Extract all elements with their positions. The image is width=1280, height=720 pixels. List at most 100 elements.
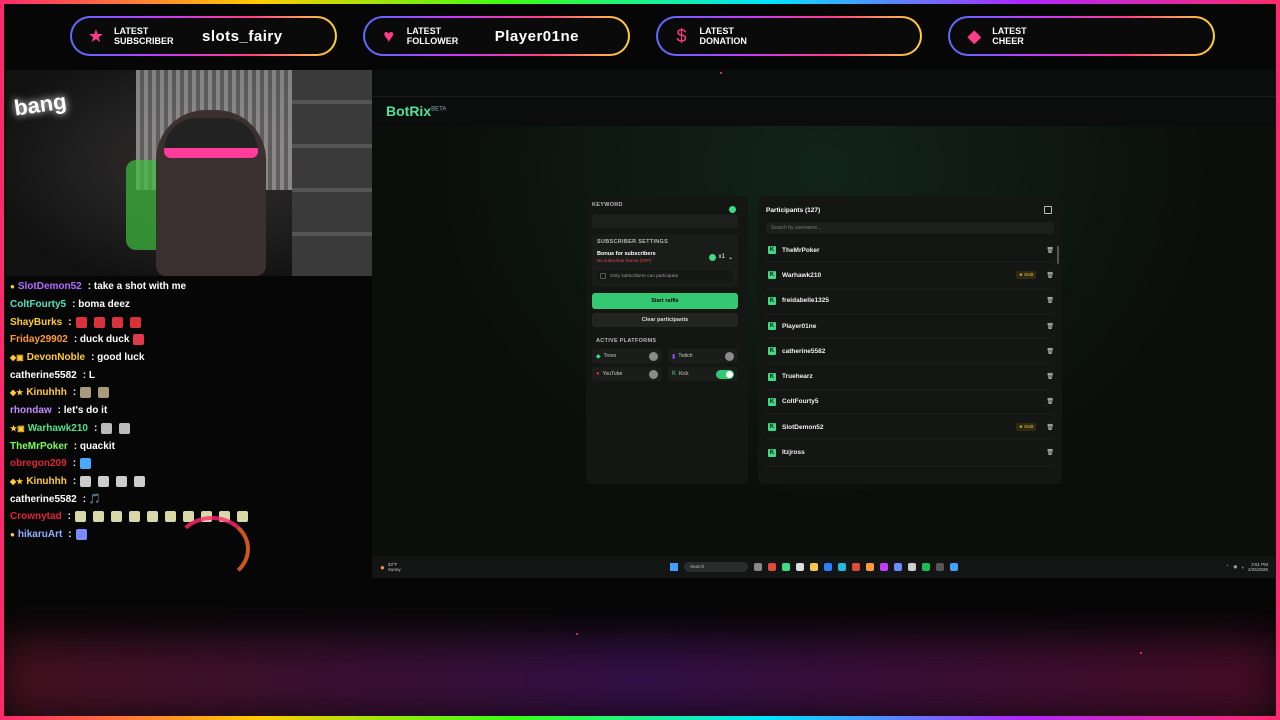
platform-toggle[interactable]	[649, 369, 658, 379]
chat-username[interactable]: obregon209	[10, 458, 67, 469]
emote-icon	[134, 475, 146, 487]
chat-badge-icon: ●	[10, 529, 15, 539]
obs-icon[interactable]	[852, 563, 860, 571]
chat-username[interactable]: SlotDemon52	[18, 281, 82, 292]
chat-username[interactable]: rhondaw	[10, 405, 52, 416]
chat-text: :	[68, 528, 72, 540]
trash-icon[interactable]: 🗑	[1046, 398, 1054, 405]
spotify-icon[interactable]	[922, 563, 930, 571]
app-grey-icon[interactable]	[936, 563, 944, 571]
chat-username[interactable]: Crownytad	[10, 511, 62, 522]
platform-toggle[interactable]	[716, 369, 734, 379]
chat-badge-icon: ★▣	[10, 423, 25, 433]
platforms-grid: ◆ Trovo ▮ Twitch ● YouTube K Kick	[592, 349, 738, 381]
chat-badge-icon: ◆★	[10, 388, 24, 398]
volume-icon[interactable]: ◖	[1241, 565, 1244, 570]
chat-text: : 🎵	[82, 493, 102, 505]
trash-icon[interactable]: 🗑	[1046, 323, 1054, 330]
participant-name: Warhawk210	[782, 271, 822, 279]
platform-toggle[interactable]	[649, 351, 658, 361]
windows-start-icon[interactable]	[670, 563, 678, 571]
trash-icon[interactable]: 🗑	[1046, 424, 1054, 431]
clear-participants-button[interactable]: Clear participants	[592, 313, 738, 327]
participant-search-input[interactable]: Search by username...	[766, 222, 1054, 234]
trash-icon[interactable]: 🗑	[1046, 297, 1054, 304]
twitch-icon: ▮	[672, 353, 676, 360]
heart-icon: ♥	[383, 25, 395, 46]
participant-name: freidabelle1325	[782, 297, 829, 305]
chat-username[interactable]: TheMrPoker	[10, 441, 68, 452]
chat-text: :	[93, 422, 98, 434]
taskbar-search[interactable]: Search	[684, 562, 748, 572]
notepad-icon[interactable]	[796, 563, 804, 571]
chat-username[interactable]: Kinuhhh	[26, 476, 67, 487]
chat-username[interactable]: ShayBurks	[10, 317, 62, 328]
trash-icon[interactable]: 🗑	[1046, 348, 1054, 355]
bonus-subtitle: No subscriber bonus (OFF)	[597, 258, 652, 263]
botrix-logo[interactable]: BotRixBETA	[386, 103, 446, 119]
chat-username[interactable]: Kinuhhh	[26, 387, 67, 398]
chrome-icon[interactable]	[768, 563, 776, 571]
network-icon[interactable]: ◉	[1233, 564, 1237, 570]
chat-text: : take a shot with me	[87, 281, 187, 293]
participant-name: ColtFourty5	[782, 398, 819, 406]
bonus-multiplier-select[interactable]: x1 ⌄	[708, 253, 733, 261]
kick-icon: K	[768, 271, 776, 280]
chat-badge-icon: ◆▣	[10, 353, 24, 363]
trash-icon[interactable]: 🗑	[1046, 272, 1054, 279]
chat-text: : duck duck	[73, 334, 130, 346]
app-orange-icon[interactable]	[866, 563, 874, 571]
platform-kick: K Kick	[668, 367, 738, 381]
emote-icon	[80, 475, 92, 487]
emote-icon	[80, 458, 92, 470]
scrollbar[interactable]	[1057, 246, 1059, 264]
app-white-icon[interactable]	[908, 563, 916, 571]
chat-username[interactable]: Warhawk210	[28, 423, 88, 434]
multiplier-value: x1	[718, 254, 725, 260]
participants-card: Participants (127) Search by username...…	[758, 196, 1062, 484]
edge-icon[interactable]	[838, 563, 846, 571]
emote-icon	[80, 387, 92, 399]
sub-badge: ★ SUB	[1015, 271, 1037, 280]
chrome-green-icon[interactable]	[782, 563, 790, 571]
diamond-icon: ◆	[967, 25, 982, 46]
trash-icon[interactable]: 🗑	[1046, 373, 1054, 380]
only-subscribers-checkbox[interactable]: Only subscribers can participate	[597, 270, 733, 282]
alert-label: LATEST CHEER	[992, 26, 1027, 46]
chat-message: catherine5582 : 🎵	[6, 490, 372, 508]
chat-username[interactable]: hikaruArt	[18, 529, 62, 540]
chat-username[interactable]: catherine5582	[10, 494, 77, 505]
chat-username[interactable]: catherine5582	[10, 370, 77, 381]
participants-list: K TheMrPoker 🗑 K Warhawk210 ★ SUB 🗑 Kfreidabell…	[758, 238, 1062, 466]
beanie	[164, 118, 258, 158]
task-view-icon[interactable]	[754, 563, 762, 571]
participant-name: Truehearz	[782, 373, 813, 381]
chat-message: ◆▣ DevonNoble: good luck	[6, 349, 372, 367]
chat-badge-icon: ●	[10, 282, 15, 292]
chat-username[interactable]: Friday29902	[10, 334, 68, 345]
chat-message: ● SlotDemon52 : take a shot with me	[6, 278, 372, 296]
platform-toggle[interactable]	[725, 351, 734, 361]
app-blue-icon[interactable]	[950, 563, 958, 571]
copy-icon[interactable]	[1044, 206, 1052, 214]
keyword-input[interactable]	[592, 214, 738, 228]
app-purple-icon[interactable]	[880, 563, 888, 571]
chat-username[interactable]: ColtFourty5	[10, 299, 66, 310]
trash-icon[interactable]: 🗑	[1046, 247, 1054, 254]
chevron-down-icon: ⌄	[727, 254, 733, 261]
bonus-title: Bonus for subscribers	[597, 251, 656, 257]
participant-row: Kcatherine5582 🗑	[766, 339, 1054, 365]
clock[interactable]: 3:51 PM 2/25/2025	[1248, 562, 1268, 572]
chat-badge-icon: ◆★	[10, 476, 24, 486]
discord-icon[interactable]	[894, 563, 902, 571]
start-raffle-button[interactable]: Start raffle	[592, 293, 738, 309]
trash-icon[interactable]: 🗑	[1046, 449, 1054, 456]
store-icon[interactable]	[824, 563, 832, 571]
chat-username[interactable]: DevonNoble	[27, 352, 85, 363]
chat-text: :	[68, 316, 72, 328]
weather-widget[interactable]: ● 33°F Sunny	[380, 562, 401, 572]
platform-trovo: ◆ Trovo	[592, 349, 662, 363]
chevron-up-icon[interactable]: ⌃	[1226, 564, 1230, 570]
file-explorer-icon[interactable]	[810, 563, 818, 571]
kick-icon: K	[768, 296, 776, 305]
